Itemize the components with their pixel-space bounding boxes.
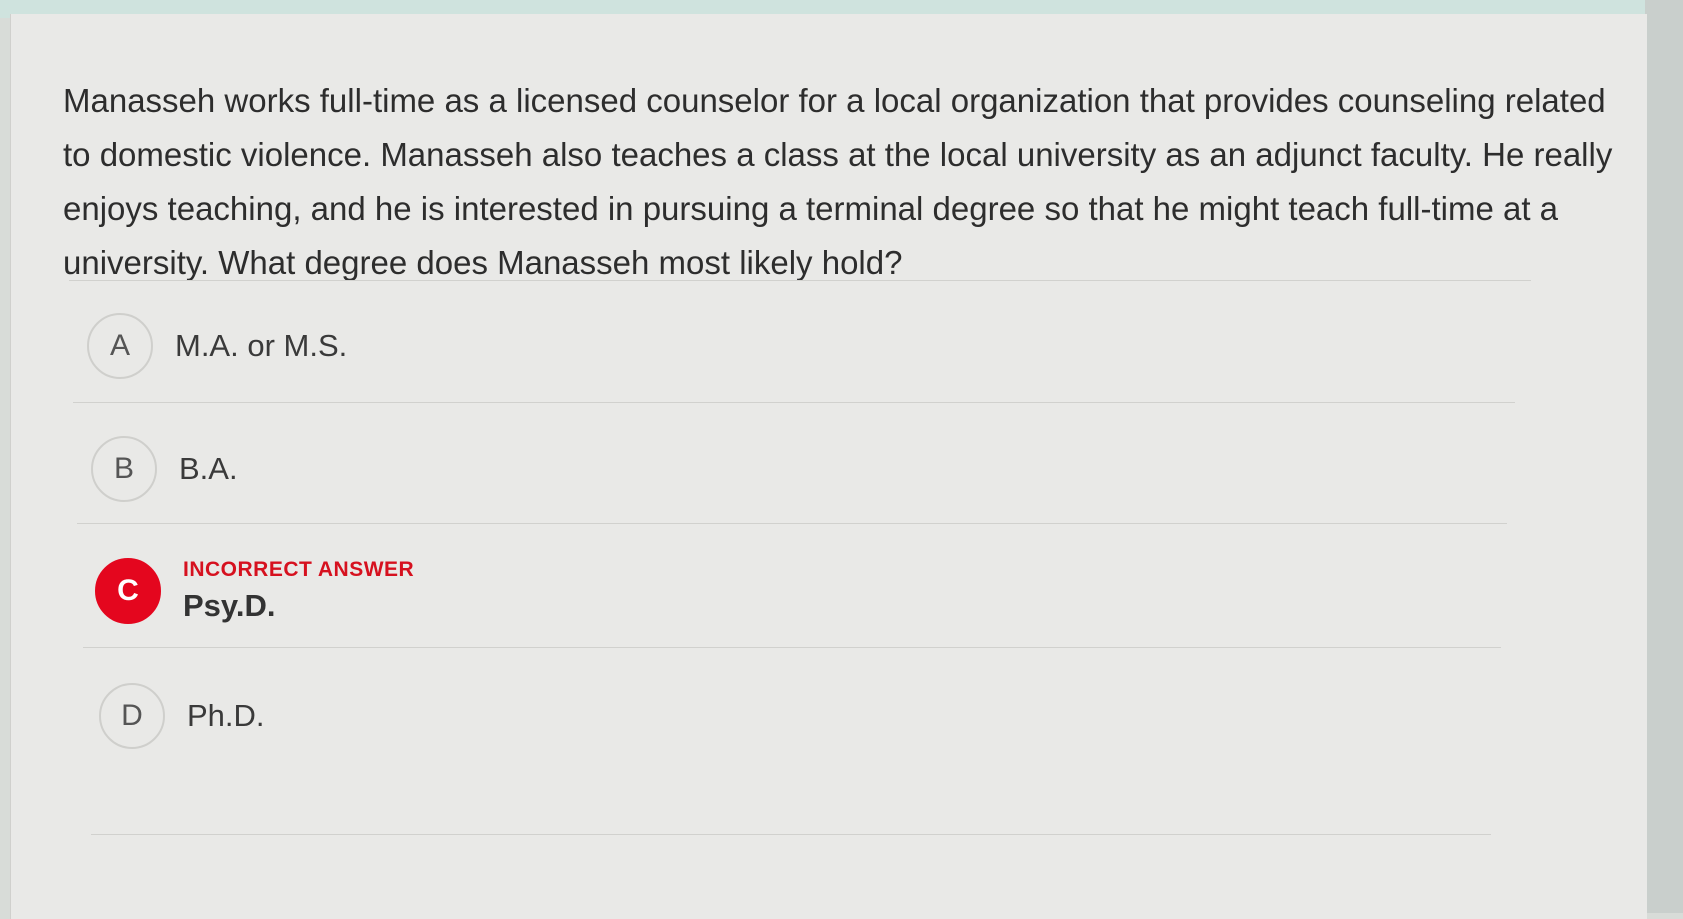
question-card: Manasseh works full-time as a licensed c… bbox=[10, 14, 1647, 919]
divider bbox=[69, 280, 1531, 281]
incorrect-answer-label: INCORRECT ANSWER bbox=[183, 558, 415, 581]
question-text: Manasseh works full-time as a licensed c… bbox=[63, 82, 1613, 281]
option-text-a: M.A. or M.S. bbox=[175, 328, 348, 363]
option-c[interactable]: C INCORRECT ANSWER Psy.D. bbox=[95, 558, 414, 624]
option-letter-b[interactable]: B bbox=[91, 436, 157, 502]
option-text-d: Ph.D. bbox=[187, 698, 265, 733]
option-b[interactable]: B B.A. bbox=[91, 436, 238, 502]
divider bbox=[91, 834, 1491, 835]
option-letter-d[interactable]: D bbox=[99, 683, 165, 749]
option-letter-c[interactable]: C bbox=[95, 558, 161, 624]
option-text-b: B.A. bbox=[179, 451, 238, 486]
option-d[interactable]: D Ph.D. bbox=[99, 683, 265, 749]
option-c-content: INCORRECT ANSWER Psy.D. bbox=[183, 558, 414, 624]
option-letter-a[interactable]: A bbox=[87, 313, 153, 379]
option-a[interactable]: A M.A. or M.S. bbox=[87, 313, 347, 379]
divider bbox=[77, 523, 1507, 524]
window-edge bbox=[1645, 0, 1683, 913]
divider bbox=[83, 647, 1501, 648]
option-text-c: Psy.D. bbox=[183, 588, 276, 623]
divider bbox=[73, 402, 1515, 403]
